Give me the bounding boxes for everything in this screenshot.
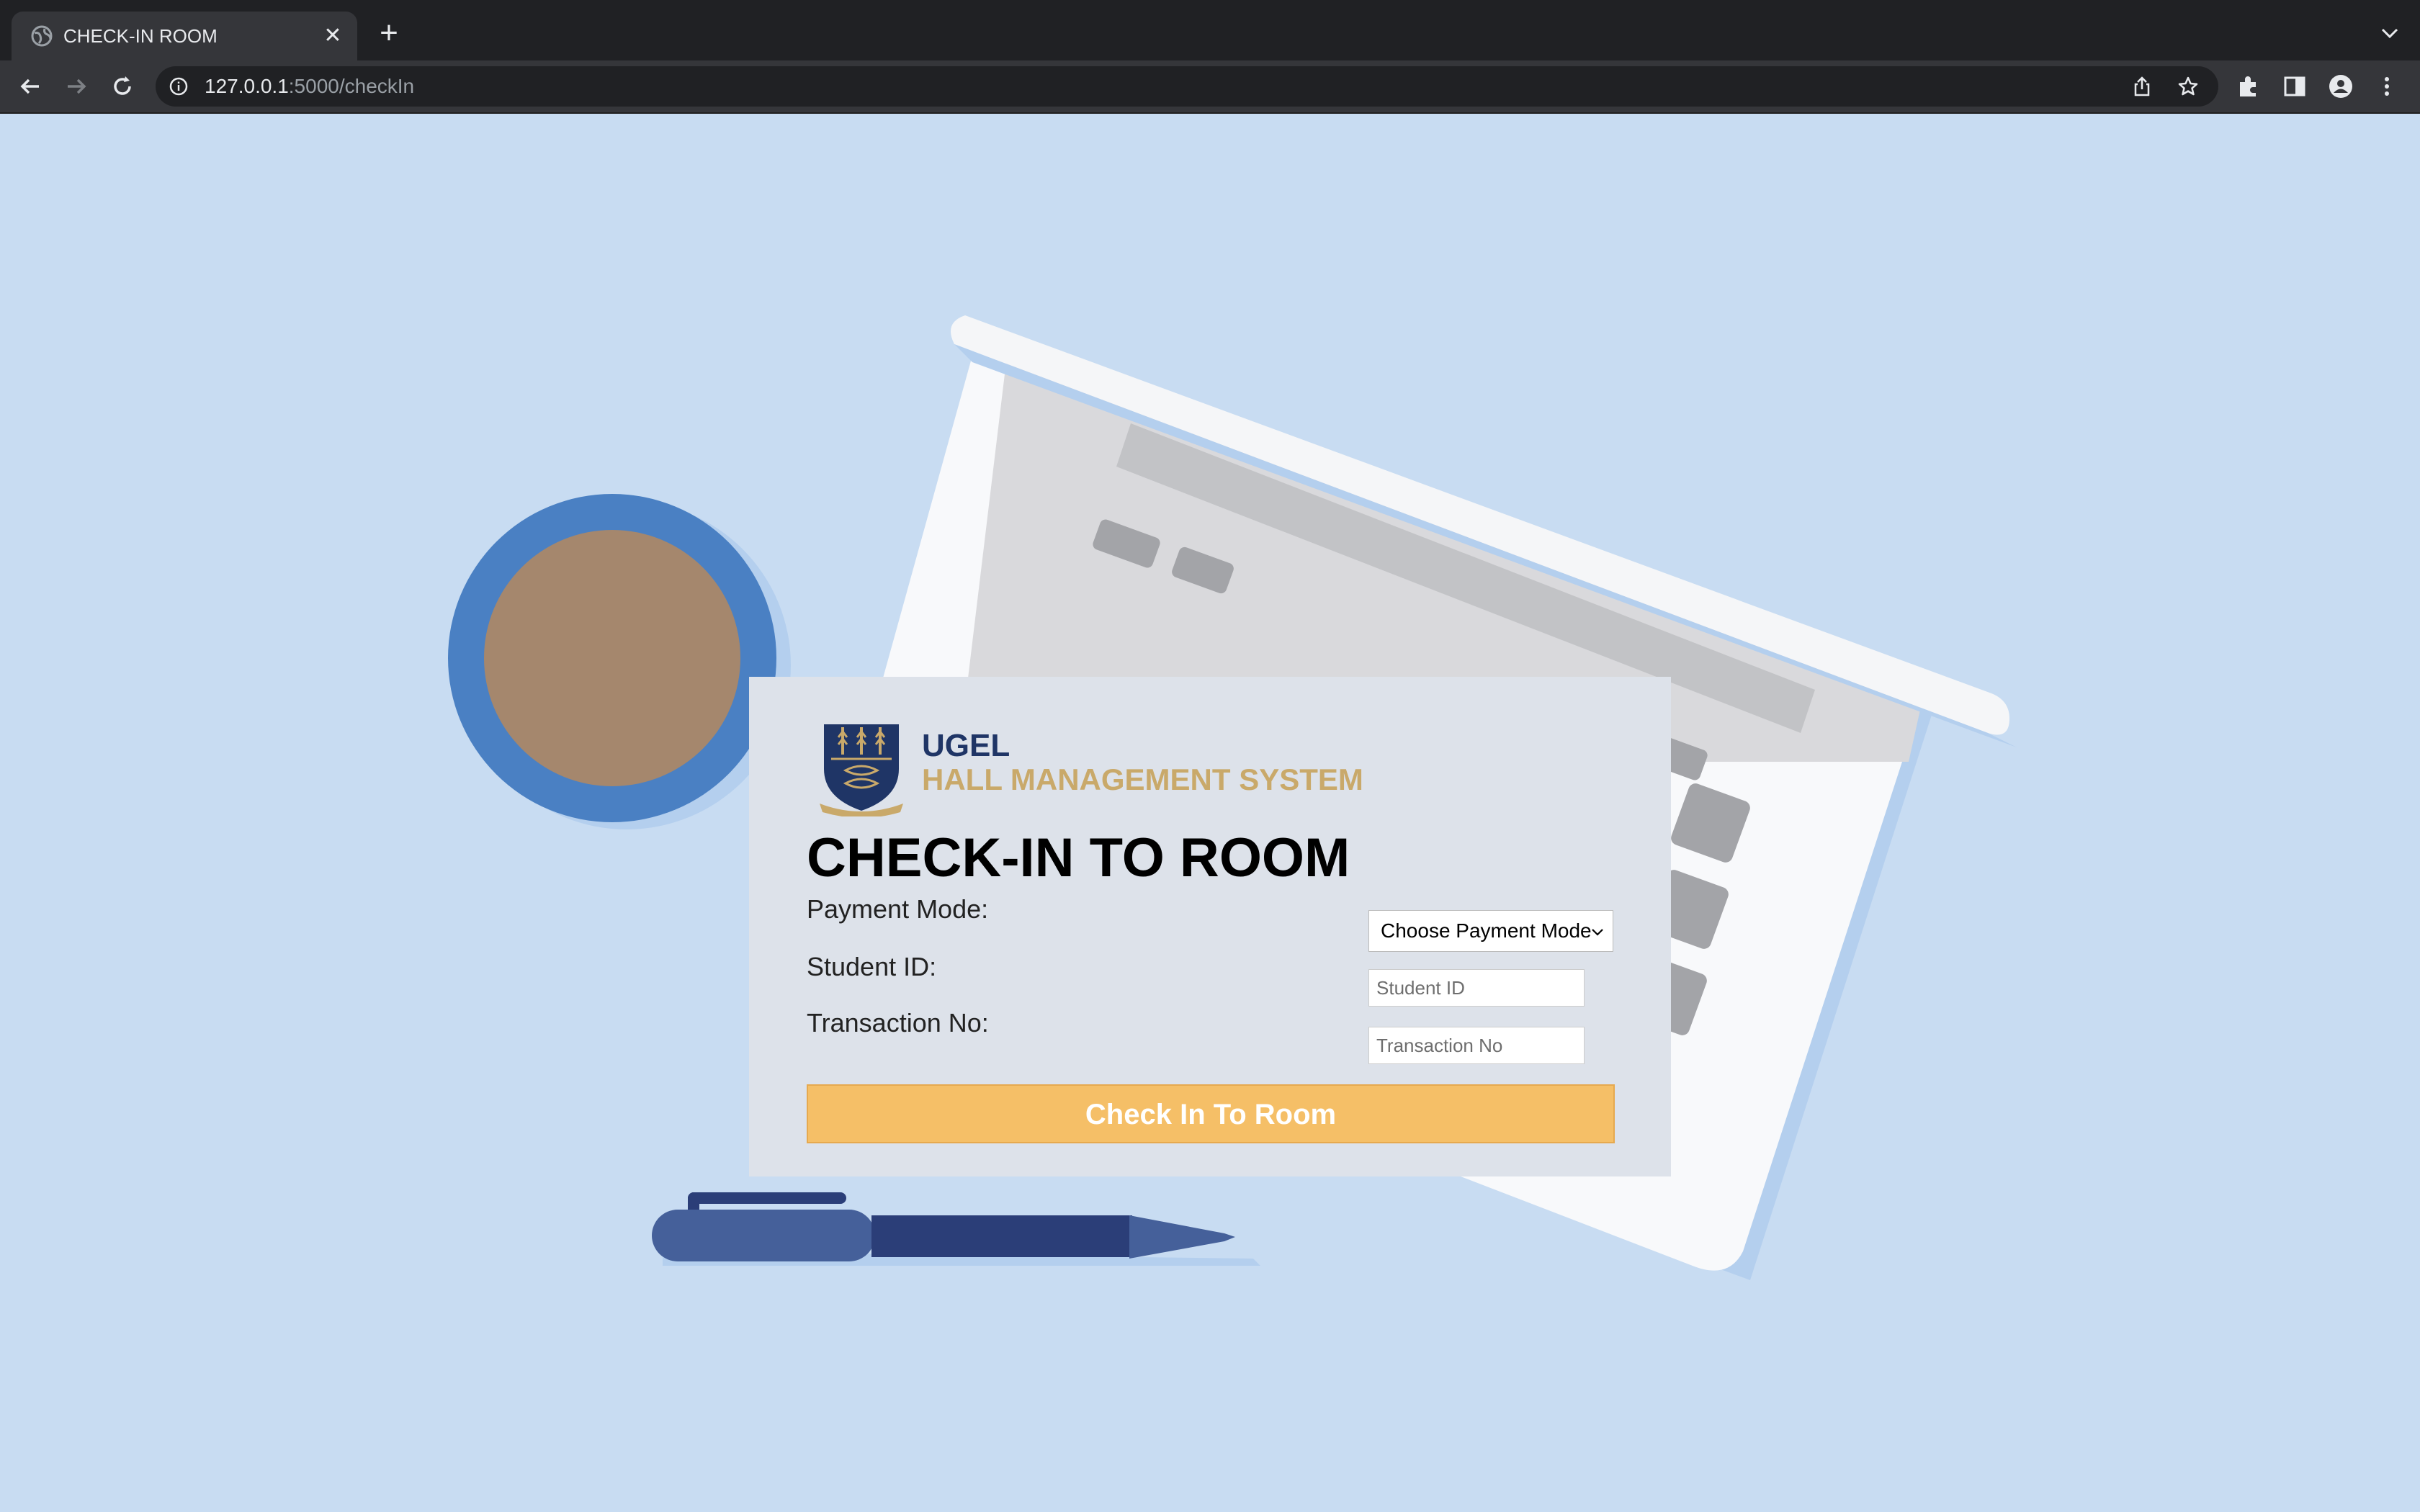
chevron-down-icon[interactable] — [2377, 20, 2403, 46]
check-in-button[interactable]: Check In To Room — [807, 1084, 1615, 1143]
page-background: UGEL HALL MANAGEMENT SYSTEM CHECK-IN TO … — [0, 114, 2420, 1512]
chevron-down-icon — [1592, 929, 1603, 936]
bookmark-star-icon[interactable] — [2177, 75, 2200, 98]
university-crest-logo — [820, 724, 903, 816]
transaction-no-input[interactable] — [1368, 1027, 1585, 1064]
browser-toolbar: 127.0.0.1:5000/checkIn — [0, 60, 2420, 114]
browser-tab-active[interactable]: CHECK-IN ROOM ✕ — [12, 12, 357, 60]
payment-mode-selected-value: Choose Payment Mode — [1381, 919, 1592, 942]
page-title: CHECK-IN TO ROOM — [807, 827, 1350, 888]
payment-mode-label: Payment Mode: — [807, 894, 989, 924]
payment-mode-select[interactable]: Choose Payment Mode — [1368, 910, 1613, 952]
profile-avatar-icon[interactable] — [2328, 73, 2354, 99]
side-panel-icon[interactable] — [2282, 73, 2308, 99]
student-id-label: Student ID: — [807, 952, 937, 981]
transaction-no-label: Transaction No: — [807, 1008, 989, 1038]
info-icon[interactable] — [169, 76, 189, 96]
url-text: 127.0.0.1:5000/checkIn — [205, 75, 414, 98]
share-icon[interactable] — [2130, 75, 2154, 98]
coffee-cup-illustration — [448, 494, 791, 829]
extensions-puzzle-icon[interactable] — [2236, 73, 2262, 99]
brand-name: UGEL — [922, 728, 1010, 763]
address-bar[interactable]: 127.0.0.1:5000/checkIn — [156, 66, 2218, 107]
checkin-card: UGEL HALL MANAGEMENT SYSTEM CHECK-IN TO … — [749, 677, 1671, 1176]
globe-icon — [31, 25, 53, 47]
reload-icon[interactable] — [108, 72, 137, 101]
new-tab-button[interactable]: + — [375, 17, 403, 49]
student-id-input[interactable] — [1368, 969, 1585, 1007]
url-host: 127.0.0.1 — [205, 75, 289, 97]
more-menu-icon[interactable] — [2374, 73, 2400, 99]
tab-title: CHECK-IN ROOM — [63, 25, 218, 47]
close-tab-icon[interactable]: ✕ — [318, 22, 347, 50]
pen-illustration — [652, 1192, 1260, 1266]
brand-system-name: HALL MANAGEMENT SYSTEM — [922, 762, 1363, 796]
back-arrow-icon[interactable] — [16, 72, 45, 101]
url-path: :5000/checkIn — [288, 75, 415, 97]
forward-arrow-icon[interactable] — [62, 72, 91, 101]
browser-tab-strip: CHECK-IN ROOM ✕ + — [0, 0, 2420, 60]
